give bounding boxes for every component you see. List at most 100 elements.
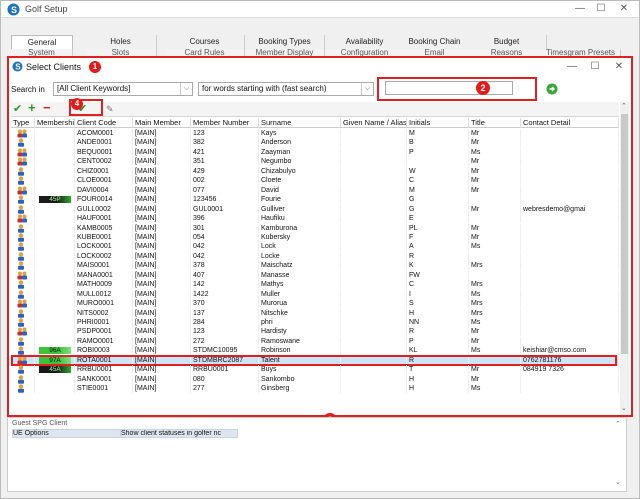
table-row[interactable]: MANA0001 [MAIN] 407 Manasse FW — [11, 270, 619, 280]
search-keyword-select[interactable]: [All Client Keywords] ⌵ — [53, 82, 193, 96]
clients-grid: TypeMembershipsClient CodeMain MemberMem… — [11, 118, 619, 415]
table-row[interactable]: ACOM0001 [MAIN] 123 Kays M Mr — [11, 129, 619, 138]
tab-availability[interactable]: Availability — [325, 35, 405, 49]
cell-code: MANA0001 — [75, 270, 133, 280]
eraser-icon[interactable]: ✎ — [106, 103, 114, 115]
cell-main: [MAIN] — [133, 270, 191, 280]
search-input[interactable] — [385, 81, 513, 95]
cell-init — [407, 157, 469, 167]
cell-code: PHRI0001 — [75, 318, 133, 327]
table-row[interactable]: PSDP0001 [MAIN] 123 Hardisty R Mr — [11, 327, 619, 337]
membership-cell — [35, 129, 75, 138]
cell-num: 277 — [191, 384, 259, 394]
cell-main: [MAIN] — [133, 384, 191, 394]
column-header-surname[interactable]: Surname — [259, 118, 341, 128]
scroll-up-icon[interactable]: ⌃ — [615, 420, 621, 428]
add-icon[interactable]: + — [28, 101, 36, 115]
table-row[interactable]: RAMO0001 [MAIN] 272 Ramoswane P Mr — [11, 336, 619, 346]
group-user-icon — [11, 270, 35, 280]
scroll-down-icon[interactable]: ⌄ — [615, 478, 621, 486]
table-row[interactable]: DAVI0004 [MAIN] 077 David M Mr — [11, 185, 619, 195]
minimize-button[interactable]: — — [570, 2, 590, 16]
table-row[interactable]: MURO0001 [MAIN] 370 Murorua S Mrs — [11, 299, 619, 309]
tab-budget[interactable]: Budget — [467, 35, 547, 49]
checkmark-icon[interactable]: ✔ — [13, 102, 22, 116]
user-icon — [11, 138, 35, 148]
cell-init: I — [407, 289, 469, 299]
tab-booking-types[interactable]: Booking Types — [245, 35, 325, 49]
cell-main: [MAIN] — [133, 299, 191, 309]
callout-badge-1: 1 — [89, 61, 101, 73]
column-header-given-name-alias[interactable]: Given Name / Alias — [341, 118, 407, 128]
cell-main: [MAIN] — [133, 374, 191, 384]
cell-contact — [521, 299, 619, 309]
table-row[interactable]: MATH0009 [MAIN] 142 Mathys C Mrs — [11, 280, 619, 290]
table-row[interactable]: 45A RRBU0001 [MAIN] RRBU0001 Buys T Mr 084919 7… — [11, 365, 619, 375]
table-row[interactable]: MULL0012 [MAIN] 1422 Muller I Ms — [11, 289, 619, 299]
vertical-scrollbar[interactable]: ⌃ ⌄ — [620, 102, 629, 415]
search-go-icon[interactable] — [546, 83, 558, 95]
close-button[interactable]: ✕ — [614, 2, 634, 16]
cell-surname: Buys — [259, 365, 341, 375]
table-row[interactable]: 45P FOUR0014 [MAIN] 123456 Fourie G — [11, 195, 619, 205]
cell-main: [MAIN] — [133, 242, 191, 252]
column-header-memberships[interactable]: Memberships — [35, 118, 75, 128]
user-icon — [11, 195, 35, 205]
scroll-down-icon[interactable]: ⌄ — [621, 404, 627, 412]
column-header-member-number[interactable]: Member Number — [191, 118, 259, 128]
table-row[interactable]: CENT0002 [MAIN] 351 Negumbo Mr — [11, 157, 619, 167]
search-in-label: Search in — [11, 85, 45, 94]
column-header-type[interactable]: Type — [11, 118, 35, 128]
table-row[interactable]: SANK0001 [MAIN] 080 Sankombo H Mr — [11, 374, 619, 384]
table-row[interactable]: HAUF0001 [MAIN] 396 Haufiku E — [11, 214, 619, 224]
cell-init: T — [407, 365, 469, 375]
table-row[interactable]: MAIS0001 [MAIN] 378 Maischatz K Mrs — [11, 261, 619, 271]
table-row[interactable]: CLOE0001 [MAIN] 002 Cloete C Mr — [11, 176, 619, 186]
cell-contact — [521, 308, 619, 318]
dialog-close-button[interactable]: ✕ — [609, 60, 629, 74]
cell-title: Mr — [469, 138, 521, 148]
table-row[interactable]: GULL0002 [MAIN] GUL0001 Gulliver G Mr webresde… — [11, 204, 619, 214]
table-row[interactable]: KAMB0005 [MAIN] 301 Kamburona PL Mr — [11, 223, 619, 233]
column-header-main-member[interactable]: Main Member — [133, 118, 191, 128]
user-icon — [11, 318, 35, 327]
table-row[interactable]: NITS0002 [MAIN] 137 Nitschke H Mrs — [11, 308, 619, 318]
options-row-value[interactable]: Show client statuses in golfer nc — [120, 429, 238, 438]
cell-surname: Zaayman — [259, 147, 341, 157]
cell-num: 142 — [191, 280, 259, 290]
table-row[interactable]: KUBE0001 [MAIN] 054 Kubersky F Mr — [11, 232, 619, 242]
tab-booking-chain[interactable]: Booking Chain — [395, 35, 475, 49]
scroll-up-icon[interactable]: ⌃ — [621, 102, 627, 110]
cell-code: BEQU0001 — [75, 147, 133, 157]
cell-surname: Ramoswane — [259, 336, 341, 346]
cell-surname: phri — [259, 318, 341, 327]
user-icon — [11, 336, 35, 346]
cell-num: 429 — [191, 166, 259, 176]
tab-holes[interactable]: Holes — [85, 35, 157, 49]
remove-icon[interactable]: − — [43, 101, 51, 115]
table-row[interactable]: LOCK0002 [MAIN] 042 Locke R — [11, 251, 619, 261]
tab-courses[interactable]: Courses — [165, 35, 245, 49]
table-row[interactable]: ANDE0001 [MAIN] 382 Anderson B Mr — [11, 138, 619, 148]
cell-title: Mr — [469, 157, 521, 167]
dialog-minimize-button[interactable]: — — [562, 60, 582, 74]
table-row[interactable]: CHIZ0001 [MAIN] 429 Chizabulyo W Mr — [11, 166, 619, 176]
column-header-contact-detail[interactable]: Contact Detail — [521, 118, 619, 128]
cell-code: KAMB0005 — [75, 223, 133, 233]
membership-cell — [35, 299, 75, 309]
column-header-title[interactable]: Title — [469, 118, 521, 128]
table-row[interactable]: PHRI0001 [MAIN] 284 phri NN Ms — [11, 318, 619, 327]
dialog-maximize-button[interactable]: ☐ — [585, 60, 605, 74]
table-row[interactable]: BEQU0001 [MAIN] 421 Zaayman P Ms — [11, 147, 619, 157]
cell-code: MATH0009 — [75, 280, 133, 290]
column-header-client-code[interactable]: Client Code — [75, 118, 133, 128]
table-row[interactable]: STIE0001 [MAIN] 277 Ginsberg H Ms — [11, 384, 619, 394]
cell-title: Mr — [469, 166, 521, 176]
column-header-initials[interactable]: Initials — [407, 118, 469, 128]
scrollbar-thumb[interactable] — [621, 114, 628, 354]
search-mode-select[interactable]: for words starting with (fast search) ⌵ — [198, 82, 374, 96]
cell-contact — [521, 251, 619, 261]
maximize-button[interactable]: ☐ — [591, 2, 611, 16]
table-row[interactable]: LOCK0001 [MAIN] 042 Lock A Ms — [11, 242, 619, 252]
tab-general[interactable]: General — [11, 35, 73, 49]
